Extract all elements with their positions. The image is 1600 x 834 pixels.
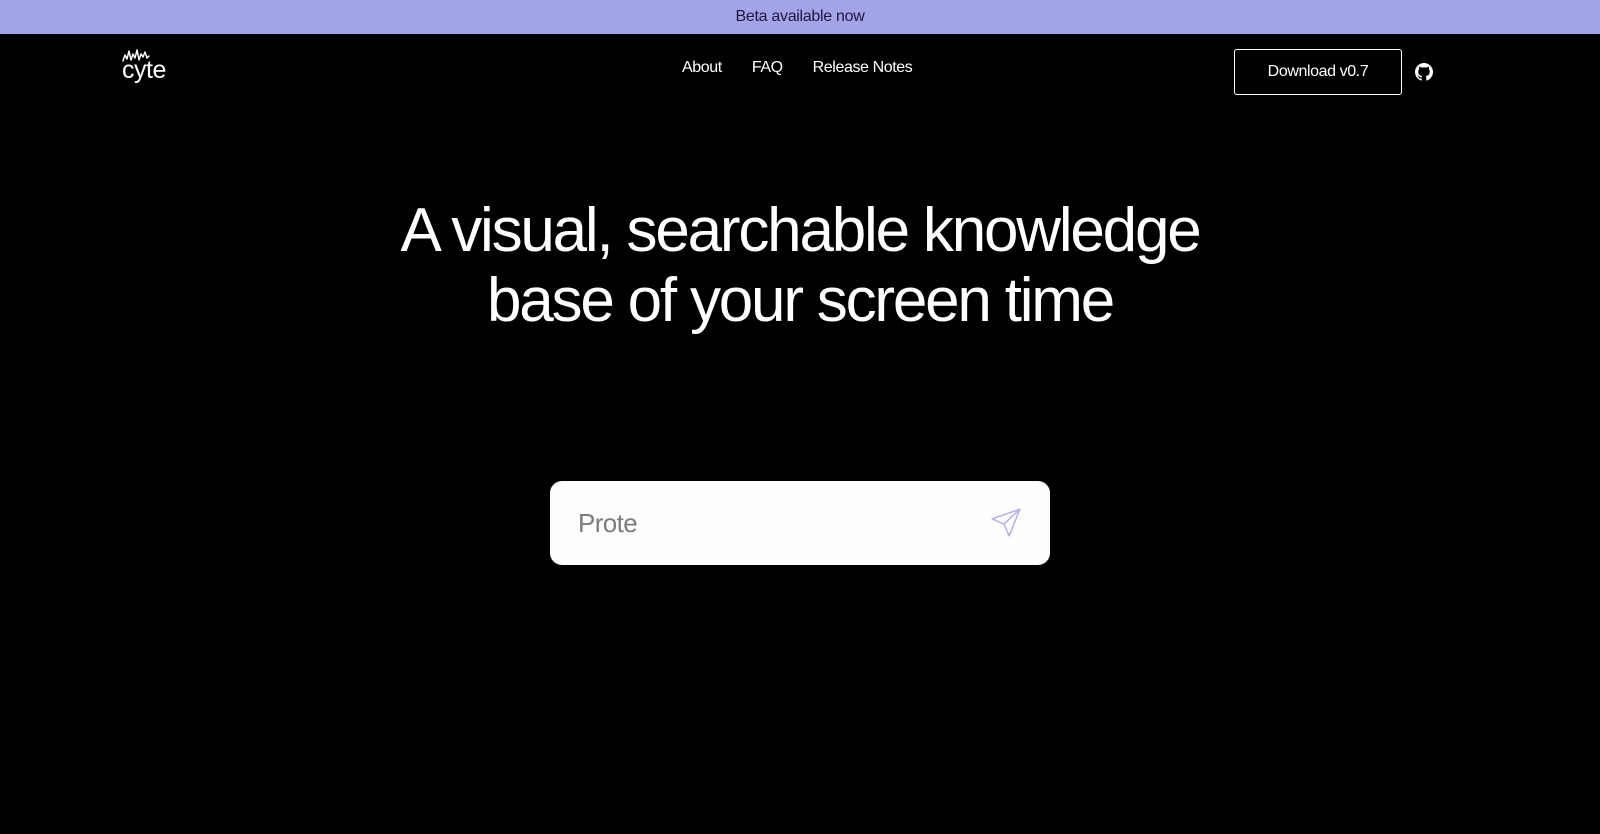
github-link[interactable] xyxy=(1415,63,1433,81)
nav-link-release-notes[interactable]: Release Notes xyxy=(813,59,913,77)
nav-link-faq[interactable]: FAQ xyxy=(752,59,783,77)
send-button[interactable] xyxy=(988,505,1024,541)
download-button[interactable]: Download v0.7 xyxy=(1234,49,1402,95)
hero-heading: A visual, searchable knowledge base of y… xyxy=(0,196,1600,336)
search-box xyxy=(550,481,1050,565)
logo-wordmark: cyte xyxy=(122,56,166,84)
github-icon xyxy=(1415,63,1433,81)
hero-heading-line-1: A visual, searchable knowledge xyxy=(400,196,1201,265)
cyte-logo[interactable]: cyte xyxy=(122,48,174,88)
announcement-banner: Beta available now xyxy=(0,0,1600,34)
nav-link-about[interactable]: About xyxy=(682,59,722,77)
send-icon xyxy=(991,508,1021,537)
top-navbar: cyte About FAQ Release Notes Download v0… xyxy=(0,34,1600,110)
search-input[interactable] xyxy=(578,501,978,545)
hero-heading-line-2: base of your screen time xyxy=(486,266,1115,335)
main-nav: About FAQ Release Notes xyxy=(682,59,913,77)
banner-text[interactable]: Beta available now xyxy=(736,8,865,26)
